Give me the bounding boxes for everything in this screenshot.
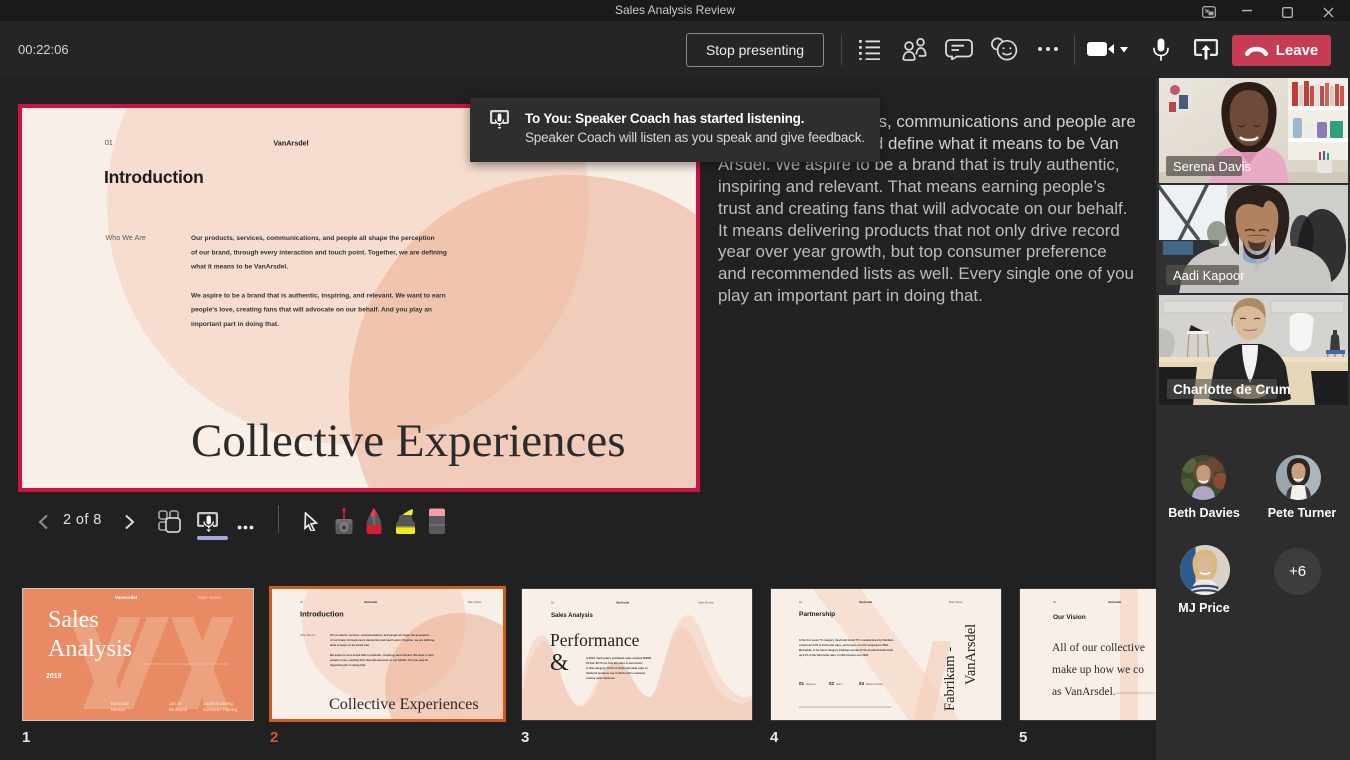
svg-text:make up how we co: make up how we co xyxy=(1052,664,1144,676)
svg-text:01: 01 xyxy=(105,140,113,147)
svg-text:VanArsdel: VanArsdel xyxy=(273,139,308,148)
svg-text:what it means to be VanArsdel.: what it means to be VanArsdel. xyxy=(329,643,370,647)
svg-text:Share: Share xyxy=(836,683,843,686)
svg-text:comprised 4.6% of VanArsdel sa: comprised 4.6% of VanArsdel sales, yet l… xyxy=(799,644,889,647)
svg-text:Aadi Kapoor: Aadi Kapoor xyxy=(1173,268,1245,283)
svg-text:Sarah Browning: Sarah Browning xyxy=(203,701,233,706)
svg-text:01: 01 xyxy=(799,681,805,686)
svg-text:Introduction: Introduction xyxy=(300,610,344,619)
svg-text:Sales Analysis: Sales Analysis xyxy=(551,613,593,619)
svg-text:as VanArsdel.: as VanArsdel. xyxy=(1052,686,1116,698)
svg-text:Executive: Executive xyxy=(111,701,130,706)
svg-text:Sales Review: Sales Review xyxy=(698,601,714,605)
svg-text:venture sales VanArsel.: venture sales VanArsel. xyxy=(586,676,615,680)
svg-text:important part in doing that.: important part in doing that. xyxy=(191,321,279,328)
svg-text:In 2019, VanArsdel's worldwide: In 2019, VanArsdel's worldwide sales rea… xyxy=(586,656,651,660)
svg-text:Redmond: Redmond xyxy=(169,707,188,712)
svg-text:Serena Davis: Serena Davis xyxy=(1173,159,1252,174)
svg-text:Meanwhile, in the latest categ: Meanwhile, in the latest category, Fabri… xyxy=(799,649,894,652)
svg-text:Our products, services, commun: Our products, services, communications, … xyxy=(191,235,435,242)
svg-text:VanArsdel: VanArsdel xyxy=(1108,600,1121,604)
svg-text:Customer Training: Customer Training xyxy=(203,707,238,712)
svg-text:Main Street: Main Street xyxy=(198,595,222,600)
svg-text:Analysis: Analysis xyxy=(48,636,132,662)
svg-text:In that category, 43.2% of Van: In that category, 43.2% of VanArsdel-wid… xyxy=(586,666,648,670)
svg-text:Collective Experiences: Collective Experiences xyxy=(191,415,626,467)
svg-text:VanArsdel: VanArsdel xyxy=(616,601,629,605)
svg-text:Who We Are: Who We Are xyxy=(106,233,146,242)
svg-text:VanArsdel: VanArsdel xyxy=(859,600,872,604)
svg-text:Partnership: Partnership xyxy=(799,611,835,618)
svg-text:important part in doing that.: important part in doing that. xyxy=(330,663,366,667)
svg-text:We aspire to be a brand that i: We aspire to be a brand that is authenti… xyxy=(330,653,434,657)
svg-text:Introduction: Introduction xyxy=(104,167,204,187)
svg-text:of our brand, through every in: of our brand, through every interaction … xyxy=(191,249,447,256)
svg-text:In the first seven TV category: In the first seven TV category, VanArsde… xyxy=(799,639,894,642)
svg-text:Jan 14: Jan 14 xyxy=(169,701,182,706)
svg-text:We aspire to be a brand that i: We aspire to be a brand that is authenti… xyxy=(191,292,446,299)
svg-text:Sales: Sales xyxy=(48,607,99,633)
svg-text:up 9.1% of the VanArsdel sales: up 9.1% of the VanArsdel sales, a 1.8% i… xyxy=(799,654,869,657)
svg-text:Review: Review xyxy=(111,707,126,712)
svg-text:03: 03 xyxy=(859,681,865,686)
svg-text:VanArsdel: VanArsdel xyxy=(963,624,979,685)
svg-text:Charlotte de Crum: Charlotte de Crum xyxy=(1173,382,1291,397)
svg-text:people's love, creating fans t: people's love, creating fans that will a… xyxy=(191,307,432,314)
svg-text:Market contrast: Market contrast xyxy=(866,683,883,686)
svg-text:Our products, services, commun: Our products, services, communications, … xyxy=(330,633,430,637)
svg-text:02: 02 xyxy=(829,681,835,686)
svg-text:Fabrikam -: Fabrikam - xyxy=(942,647,958,711)
svg-text:VanArsdel: VanArsdel xyxy=(364,600,377,604)
svg-text:of our brand, through every in: of our brand, through every interaction … xyxy=(330,638,435,642)
svg-text:Collective Experiences: Collective Experiences xyxy=(329,695,479,713)
svg-text:&: & xyxy=(550,650,569,676)
svg-text:Performance: Performance xyxy=(550,630,640,650)
svg-text:people's love, creating fans t: people's love, creating fans that will a… xyxy=(330,658,429,662)
svg-text:Main Street: Main Street xyxy=(468,600,482,604)
svg-text:Our Vision: Our Vision xyxy=(1053,614,1086,621)
svg-text:Main Street: Main Street xyxy=(949,600,963,604)
svg-text:VanArsel produces top to VanAr: VanArsel produces top to VanArsdel's cus… xyxy=(586,671,645,675)
svg-text:Of that, $2.7X our firm the sa: Of that, $2.7X our firm the sales of ele… xyxy=(586,661,643,665)
svg-text:Revenue: Revenue xyxy=(806,683,816,686)
svg-text:Who We Are: Who We Are xyxy=(301,633,317,637)
svg-text:what it means to be VanArsdel.: what it means to be VanArsdel. xyxy=(190,264,288,271)
svg-text:All of our collective: All of our collective xyxy=(1052,642,1145,654)
svg-text:2019: 2019 xyxy=(46,673,62,680)
svg-text:VanArsdel: VanArsdel xyxy=(115,595,137,600)
